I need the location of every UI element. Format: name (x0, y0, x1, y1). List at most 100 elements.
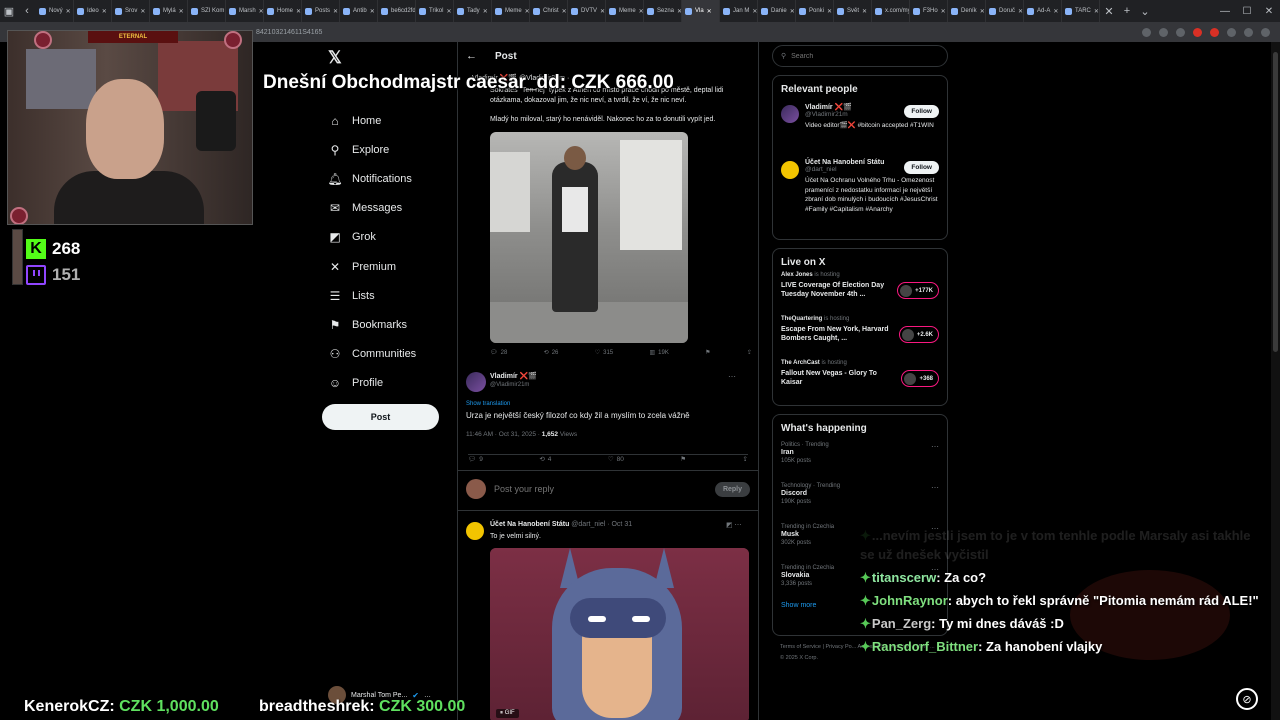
sidebar-item-communities[interactable]: ⚇ Communities (328, 340, 417, 369)
browser-tab[interactable]: Svět ✕ (834, 0, 872, 22)
browser-tab[interactable]: Ideo ✕ (74, 0, 112, 22)
post-timestamp[interactable]: 11:46 AM · Oct 31, 2025 · (466, 431, 542, 438)
sidebar-item-bookmarks[interactable]: ⚑ Bookmarks (328, 310, 416, 339)
trend-item[interactable]: Technology · Trending Discord 190K posts ⋯ (773, 479, 947, 520)
follow-button[interactable]: Follow (904, 105, 939, 118)
sidebar-item-messages[interactable]: ✉ Messages (328, 194, 416, 223)
tab-close-icon[interactable]: ✕ (1053, 8, 1058, 15)
browser-tab[interactable]: Meme ✕ (492, 0, 530, 22)
cast-icon[interactable] (1142, 27, 1151, 37)
live-listener-pill[interactable]: +177K (897, 282, 939, 299)
show-translation-link[interactable]: Show translation (466, 401, 510, 407)
live-item[interactable]: The ArchCast is hosting Fallout New Vegas… (773, 360, 947, 404)
repost-action[interactable]: ⟲ 26 (544, 349, 559, 357)
tab-actions-icon[interactable]: ▣ (0, 0, 18, 22)
browser-tab[interactable]: Meme ✕ (606, 0, 644, 22)
tab-close-icon[interactable]: ✕ (446, 8, 451, 15)
tab-close-icon[interactable]: ✕ (370, 8, 375, 15)
person-card[interactable]: Účet Na Hanobení Státu @dart_niel Účet N… (773, 155, 947, 213)
tab-scroll-left-icon[interactable]: ‹ (18, 0, 36, 22)
sidebar-item-notifications[interactable]: 🔔︎ Notifications (327, 164, 416, 193)
tab-close-icon[interactable]: ✕ (600, 8, 605, 15)
chevron-down-icon[interactable]: ⌄ (1136, 0, 1154, 22)
like-action[interactable]: ♡ 80 (608, 455, 624, 464)
share-action[interactable]: ⇪ (747, 349, 752, 356)
reply-input[interactable] (494, 484, 694, 494)
sidebar-item-profile[interactable]: ☺ Profile (328, 369, 416, 398)
sidebar-item-explore[interactable]: ⚲ Explore (328, 135, 416, 164)
post-button[interactable]: Post (322, 404, 439, 430)
more-options-icon[interactable]: ⋯ (931, 442, 939, 451)
puzzle-icon[interactable] (1244, 27, 1253, 37)
avatar[interactable] (781, 161, 799, 179)
x-logo-icon[interactable]: 𝕏 (328, 48, 342, 68)
tab-close-icon[interactable]: ✕ (941, 8, 946, 15)
browser-tab[interactable]: Nový ✕ (36, 0, 74, 22)
extension-record-icon[interactable] (1193, 27, 1202, 37)
maximize-icon[interactable]: ☐ (1236, 6, 1258, 17)
tab-close-icon[interactable]: ✕ (862, 8, 867, 15)
reply-button[interactable]: Reply (714, 481, 750, 497)
browser-tab[interactable]: be6cd2fd✕ (378, 0, 416, 22)
close-tab-icon[interactable]: ✕ (1100, 0, 1118, 22)
live-title[interactable]: Fallout New Vegas - Glory To Kaisar (781, 369, 891, 387)
live-title[interactable]: LIVE Coverage Of Election Day Tuesday No… (781, 281, 891, 299)
tab-close-icon[interactable]: ✕ (827, 8, 832, 15)
no-sound-icon[interactable]: ⊘ (1236, 688, 1258, 710)
extension-red-icon[interactable] (1210, 27, 1219, 37)
browser-tab[interactable]: Antib ✕ (340, 0, 378, 22)
menu-icon[interactable] (1261, 27, 1270, 37)
tab-close-icon[interactable]: ✕ (752, 8, 757, 15)
sidebar-item-premium[interactable]: ✕ Premium (328, 252, 416, 281)
live-title[interactable]: Escape From New York, Harvard Bombers Ca… (781, 325, 891, 343)
extension-icon[interactable] (1227, 27, 1236, 37)
page-scrollbar[interactable] (1271, 42, 1280, 720)
browser-tab[interactable]: Vla ✕ (682, 0, 720, 22)
tab-close-icon[interactable]: ✕ (296, 8, 301, 15)
bookmark-action[interactable]: ⚑ (705, 349, 710, 356)
back-arrow-icon[interactable]: ← (466, 50, 477, 62)
live-item[interactable]: Alex Jones is hosting LIVE Coverage Of El… (773, 272, 947, 316)
browser-tab[interactable]: SZI Kom✕ (188, 0, 226, 22)
tab-close-icon[interactable]: ✕ (980, 8, 985, 15)
person-card[interactable]: Vladimír ❌🎬 @Vladimir21m Video editor🎬❌ … (773, 99, 947, 155)
host-name[interactable]: The ArchCast (781, 360, 820, 366)
more-options-icon[interactable]: ⋯ (931, 483, 939, 492)
browser-tab[interactable]: Marsh ✕ (226, 0, 264, 22)
search-box[interactable]: ⚲ (772, 45, 948, 67)
minimize-icon[interactable]: — (1214, 6, 1236, 17)
browser-tab[interactable]: Doruč ✕ (986, 0, 1024, 22)
tab-close-icon[interactable]: ✕ (102, 8, 107, 15)
url-text[interactable]: 842103214611S4165 (256, 29, 322, 36)
browser-tab[interactable]: DVTV ✕ (568, 0, 606, 22)
bookmark-action[interactable]: ⚑ (680, 455, 686, 463)
author-name[interactable]: Účet Na Hanobení Státu (490, 521, 569, 528)
live-item[interactable]: TheQuartering is hosting Escape From New … (773, 316, 947, 360)
post-photo[interactable] (490, 132, 688, 343)
tab-close-icon[interactable]: ✕ (562, 8, 567, 15)
tab-close-icon[interactable]: ✕ (1094, 8, 1099, 15)
tab-close-icon[interactable]: ✕ (483, 8, 488, 15)
browser-tab[interactable]: Jan M ✕ (720, 0, 758, 22)
tab-close-icon[interactable]: ✕ (525, 8, 529, 15)
tab-close-icon[interactable]: ✕ (179, 8, 184, 15)
new-tab-icon[interactable]: + (1118, 0, 1136, 22)
profile-icon[interactable] (1176, 27, 1185, 37)
browser-tab[interactable]: Christ ✕ (530, 0, 568, 22)
tab-close-icon[interactable]: ✕ (639, 8, 643, 15)
tab-close-icon[interactable]: ✕ (707, 8, 712, 15)
browser-tab[interactable]: Ponki ✕ (796, 0, 834, 22)
browser-tab[interactable]: Deník ✕ (948, 0, 986, 22)
author-handle[interactable]: @Vladimir21m (490, 382, 529, 388)
browser-tab[interactable]: Posts ✕ (302, 0, 340, 22)
browser-tab[interactable]: Trikol ✕ (416, 0, 454, 22)
host-name[interactable]: Alex Jones (781, 272, 813, 278)
author-name[interactable]: Vladimír ❌🎬 (490, 372, 537, 380)
browser-tab[interactable]: Ad-A ✕ (1024, 0, 1062, 22)
avatar[interactable] (781, 105, 799, 123)
browser-tab[interactable]: Tady ✕ (454, 0, 492, 22)
tab-close-icon[interactable]: ✕ (66, 8, 71, 15)
browser-tab[interactable]: TARC ✕ (1062, 0, 1100, 22)
tab-close-icon[interactable]: ✕ (140, 8, 145, 15)
sidebar-item-lists[interactable]: ☰ Lists (328, 281, 416, 310)
